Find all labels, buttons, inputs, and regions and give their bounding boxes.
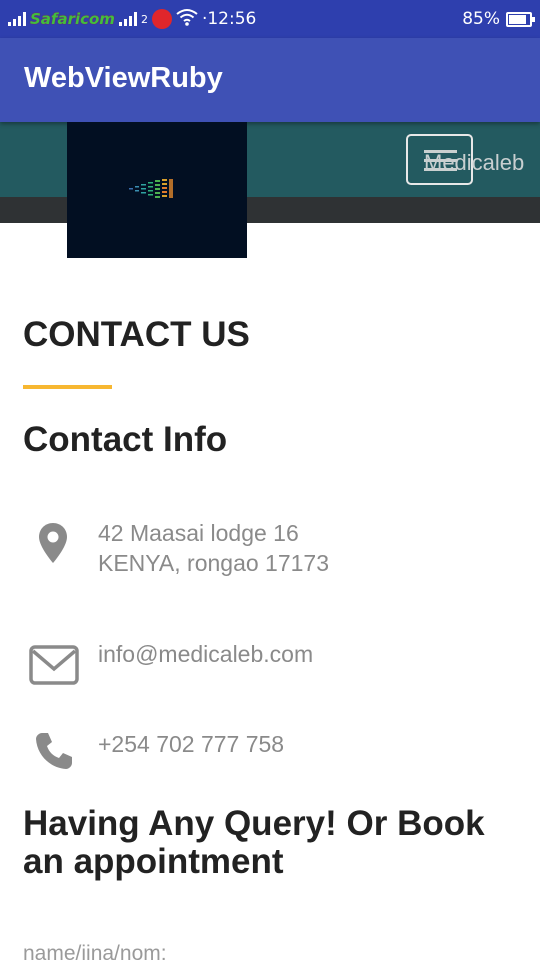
- query-heading: Having Any Query! Or Book an appointment: [23, 804, 485, 881]
- status-bar: Safaricom 2 ·12:56 85%: [0, 0, 540, 38]
- address-line-1: 42 Maasai lodge 16: [98, 520, 299, 546]
- address: 42 Maasai lodge 16 KENYA, rongao 17173: [98, 518, 329, 578]
- app-title: WebViewRuby: [24, 62, 223, 94]
- page-title: CONTACT US: [23, 315, 250, 354]
- brand-name[interactable]: Medicaleb: [424, 150, 524, 176]
- contact-info-heading: Contact Info: [23, 420, 228, 459]
- phone-icon: [34, 731, 74, 776]
- status-left: Safaricom 2 ·12:56: [8, 7, 256, 31]
- signal-icon: [8, 12, 26, 26]
- logo-mark-icon: [129, 179, 173, 198]
- clock: ·12:56: [201, 9, 257, 29]
- carrier-name: Safaricom: [30, 10, 115, 28]
- battery-icon: [506, 11, 535, 27]
- battery-percent: 85%: [462, 9, 500, 29]
- airtel-icon: [151, 9, 172, 29]
- site-logo[interactable]: [67, 122, 247, 258]
- phone-link[interactable]: +254 702 777 758: [98, 729, 284, 759]
- address-line-2: KENYA, rongao 17173: [98, 550, 330, 576]
- battery-fill: [509, 14, 526, 24]
- envelope-icon: [29, 645, 79, 690]
- app-bar: WebViewRuby: [0, 38, 540, 122]
- signal-icon-2: [118, 12, 137, 26]
- title-underline: [23, 385, 112, 389]
- map-pin-icon: [38, 522, 68, 569]
- sim-slot: 2: [140, 12, 148, 26]
- status-right: 85%: [462, 7, 535, 31]
- wifi-icon: [176, 8, 198, 31]
- email-link[interactable]: info@medicaleb.com: [98, 639, 313, 669]
- name-field-label: name/jina/nom:: [23, 942, 167, 960]
